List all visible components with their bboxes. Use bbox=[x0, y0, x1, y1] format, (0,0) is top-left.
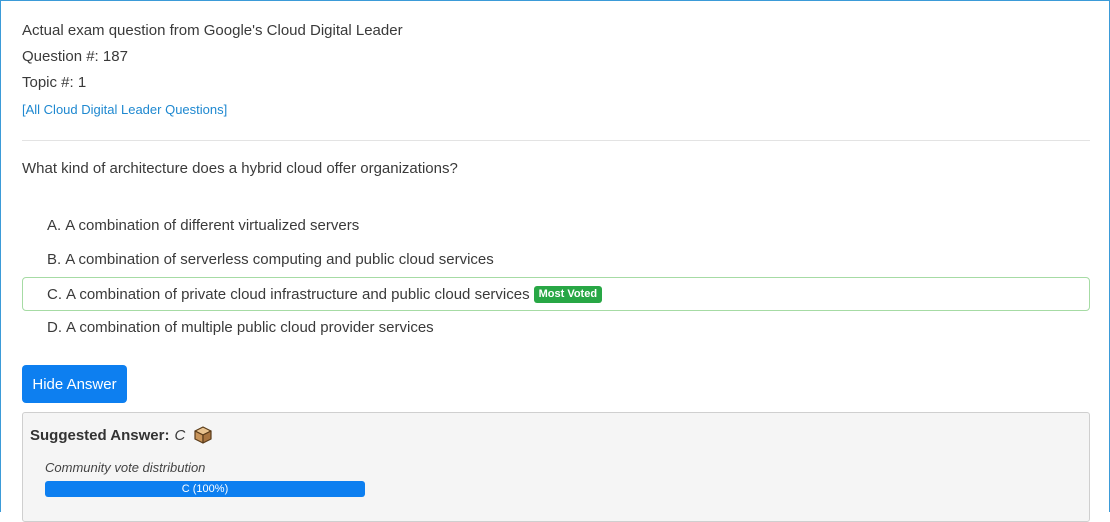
all-questions-link[interactable]: [All Cloud Digital Leader Questions] bbox=[22, 102, 227, 117]
question-number: Question #: 187 bbox=[22, 48, 128, 65]
choice-letter: D. bbox=[47, 318, 62, 336]
divider bbox=[22, 140, 1090, 141]
question-text: What kind of architecture does a hybrid … bbox=[22, 160, 458, 177]
choice-text: A combination of multiple public cloud p… bbox=[66, 318, 434, 336]
question-card: Actual exam question from Google's Cloud… bbox=[0, 0, 1110, 522]
choice-text: A combination of different virtualized s… bbox=[65, 216, 360, 234]
choice-text: A combination of serverless computing an… bbox=[65, 250, 494, 268]
suggested-answer-label: Suggested Answer: bbox=[30, 426, 170, 444]
choice-letter: A. bbox=[47, 216, 62, 234]
choice-a[interactable]: A. A combination of different virtualize… bbox=[22, 208, 1090, 242]
choice-b[interactable]: B. A combination of serverless computing… bbox=[22, 242, 1090, 276]
choice-letter: B. bbox=[47, 250, 62, 268]
suggested-answer: Suggested Answer: C bbox=[30, 425, 213, 445]
vote-distribution-bar: C (100%) bbox=[45, 481, 365, 497]
hide-answer-button[interactable]: Hide Answer bbox=[22, 365, 127, 403]
most-voted-badge: Most Voted bbox=[533, 285, 603, 303]
topic-number: Topic #: 1 bbox=[22, 74, 87, 91]
vote-bar-fill: C (100%) bbox=[45, 481, 365, 497]
choice-letter: C. bbox=[47, 285, 62, 303]
choice-d[interactable]: D. A combination of multiple public clou… bbox=[22, 310, 1090, 344]
vote-distribution-title: Community vote distribution bbox=[45, 460, 206, 475]
answer-panel: Suggested Answer: C Community vote distr… bbox=[22, 412, 1090, 522]
exam-title: Actual exam question from Google's Cloud… bbox=[22, 22, 403, 39]
suggested-answer-value: C bbox=[174, 426, 186, 444]
choice-c[interactable]: C. A combination of private cloud infras… bbox=[22, 277, 1090, 311]
answer-box-icon[interactable] bbox=[193, 425, 213, 445]
choice-text: A combination of private cloud infrastru… bbox=[66, 285, 530, 303]
